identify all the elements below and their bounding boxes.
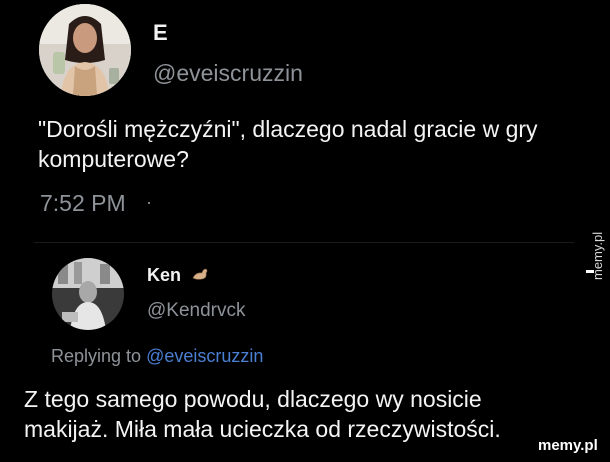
reply-text-line-2: makijaż. Miła mała ucieczka od rzeczywis…: [24, 416, 501, 442]
replying-to-label: Replying to: [51, 346, 142, 366]
tweet-timestamp[interactable]: 7:52 PM: [40, 190, 126, 217]
reply-author-handle[interactable]: @Kendrvck: [147, 300, 246, 322]
author-name[interactable]: E: [153, 20, 168, 46]
author-handle[interactable]: @eveiscruzzin: [153, 60, 303, 87]
avatar-photo: [39, 4, 131, 96]
timestamp-separator: ·: [146, 192, 152, 212]
reply-author-avatar[interactable]: [52, 258, 124, 330]
stray-mark: [586, 270, 594, 273]
tweet-text: "Dorośli mężczyźni", dlaczego nadal grac…: [38, 116, 538, 172]
flexed-arm-icon: [190, 264, 210, 284]
reply-avatar-photo: [52, 258, 124, 330]
author-avatar[interactable]: [39, 4, 131, 96]
replying-to-line: Replying to @eveiscruzzin: [51, 346, 263, 367]
reply-author-name[interactable]: Ken: [147, 265, 181, 286]
replying-to-mention[interactable]: @eveiscruzzin: [146, 346, 263, 366]
reply-text-line-1: Z tego samego powodu, dlaczego wy nosici…: [24, 386, 482, 412]
bottom-watermark: memy.pl: [534, 436, 602, 455]
reply-text: Z tego samego powodu, dlaczego wy nosici…: [24, 384, 604, 444]
